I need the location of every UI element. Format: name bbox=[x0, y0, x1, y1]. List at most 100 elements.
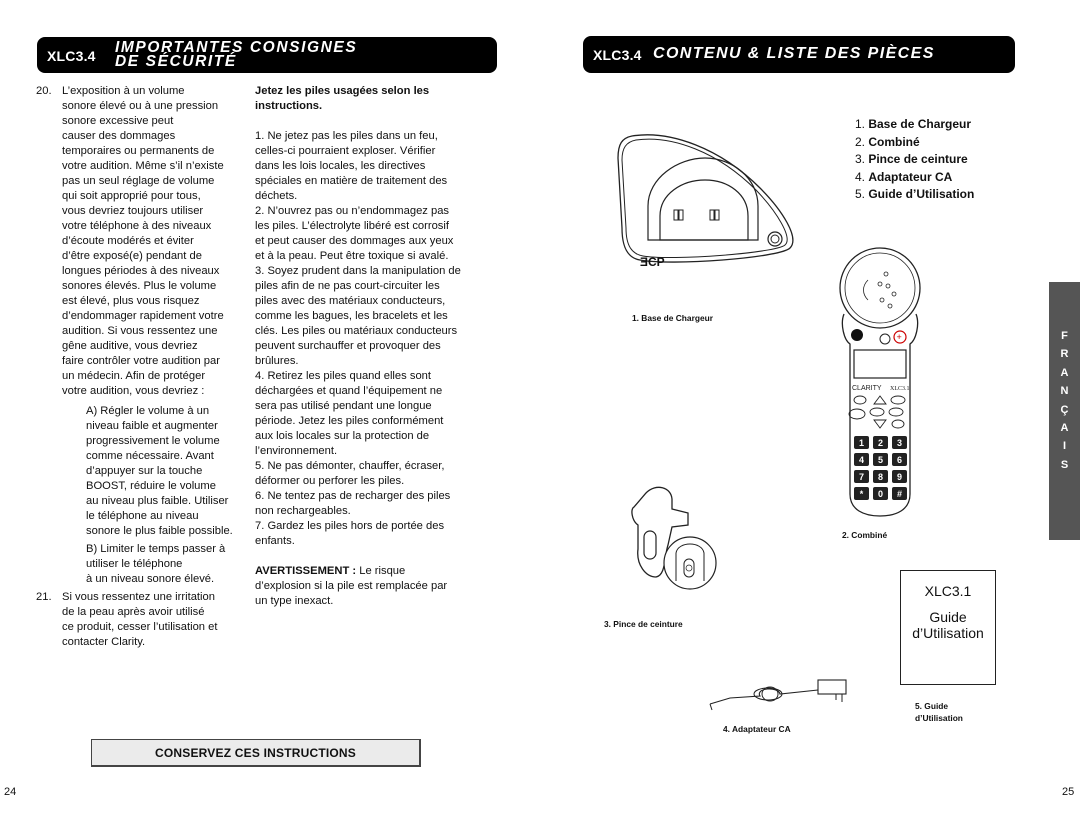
header-title: CONTENU & LISTE DES PIÈCES bbox=[653, 45, 935, 62]
text-line: d’être exposé(e) pendant de bbox=[62, 250, 202, 262]
header-model: XLC3.4 bbox=[593, 47, 642, 63]
item-20-sub-a: A) Régler le volume à un niveau faible et… bbox=[62, 404, 252, 539]
text-line: B) Limiter le temps passer à bbox=[86, 543, 226, 555]
item-number: 21. bbox=[36, 591, 52, 603]
language-tab-letter: I bbox=[1062, 440, 1067, 453]
text-line: et à la peau. Peut être toxique si avalé… bbox=[255, 250, 449, 262]
guide-title-line2: d’Utilisation bbox=[912, 625, 984, 641]
parts-list-item: 5. Guide d’Utilisation bbox=[855, 187, 975, 201]
text-line: d’appuyer sur la touche bbox=[86, 465, 203, 477]
text-line: sonore le plus faible possible. bbox=[86, 525, 233, 537]
text-line: contacter Clarity. bbox=[62, 636, 146, 648]
power-jack-icon bbox=[767, 231, 783, 247]
caption-clip: 3. Pince de ceinture bbox=[604, 619, 683, 629]
text-line: 6. Ne tentez pas de recharger des piles bbox=[255, 490, 451, 502]
safety-item-21: 21. Si vous ressentez une irritation de l… bbox=[36, 590, 252, 650]
battery-heading: Jetez les piles usagées selon les instruc… bbox=[255, 84, 495, 114]
text-line: 1. Ne jetez pas les piles dans un feu, bbox=[255, 130, 438, 142]
contents-header: XLC3.4 CONTENU & LISTE DES PIÈCES bbox=[583, 36, 1015, 73]
text-line: et peut causer des dommages aux yeux bbox=[255, 235, 454, 247]
text-line: sonore élevé ou à une pression bbox=[62, 100, 219, 112]
text-line: 4. Retirez les piles quand elles sont bbox=[255, 370, 431, 382]
language-tab-letter: Ç bbox=[1060, 403, 1069, 416]
keypad: 1 2 3 4 5 6 7 8 9 * 0 # bbox=[854, 436, 907, 500]
text-line: de la peau après avoir utilisé bbox=[62, 606, 205, 618]
logo-mark: ƎCP bbox=[640, 255, 665, 269]
guide-title-line1: Guide bbox=[929, 609, 967, 625]
keep-instructions-box: CONSERVEZ CES INSTRUCTIONS bbox=[91, 739, 421, 767]
text-line: niveau faible et augmenter bbox=[86, 420, 218, 432]
text-line: Si vous ressentez une irritation bbox=[62, 591, 215, 603]
handset-brand: CLARITY bbox=[852, 385, 882, 392]
heading-line: instructions. bbox=[255, 100, 323, 112]
caption-handset: 2. Combiné bbox=[842, 530, 888, 540]
language-tab-letter: A bbox=[1060, 366, 1069, 379]
language-tab-letter: N bbox=[1060, 385, 1069, 398]
text-line: déchargées et quand l’équipement ne bbox=[255, 385, 443, 397]
safety-header: XLC3.4 IMPORTANTES CONSIGNES DE SÉCURITÉ bbox=[37, 37, 497, 73]
text-line: à un niveau sonore élevé. bbox=[86, 573, 215, 585]
text-line: L’exposition à un volume bbox=[62, 85, 185, 97]
text-line: spéciales en matière de traitement des bbox=[255, 175, 448, 187]
keypad-key-label: 1 bbox=[859, 438, 864, 448]
text-line: sonore excessive peut bbox=[62, 115, 174, 127]
caption-base: 1. Base de Chargeur bbox=[632, 313, 713, 323]
text-line: vous devriez toujours utiliser bbox=[62, 205, 204, 217]
text-line: enfants. bbox=[255, 535, 295, 547]
text-line: faire contrôler votre audition par bbox=[62, 355, 220, 367]
text-line: est élevé, plus vous risquez bbox=[62, 295, 200, 307]
text-line: d’endommager rapidement votre bbox=[62, 310, 224, 322]
language-tab-francais: FRANÇAIS bbox=[1049, 282, 1080, 540]
text-line: votre audition, vous devriez : bbox=[62, 385, 205, 397]
text-line: d’écoute modérés et éviter bbox=[62, 235, 194, 247]
text-line: pas un seul réglage de volume bbox=[62, 175, 215, 187]
text-line: le téléphone au niveau bbox=[86, 510, 199, 522]
text-line: peuvent surchauffer et provoquer des bbox=[255, 340, 441, 352]
text-line: un médecin. Afin de protéger bbox=[62, 370, 206, 382]
text-line: sonores élevés. Plus le volume bbox=[62, 280, 217, 292]
text-line: A) Régler le volume à un bbox=[86, 405, 210, 417]
text-line: l’environnement. bbox=[255, 445, 338, 457]
language-tab-letter: F bbox=[1061, 330, 1068, 342]
parts-list: 1. Base de Chargeur 2. Combiné 3. Pince de… bbox=[855, 116, 974, 204]
text-line: les piles. L’électrolyte libéré est corr… bbox=[255, 220, 449, 232]
text-line: déformer ou perforer les piles. bbox=[255, 475, 405, 487]
text-line: causer des dommages bbox=[62, 130, 176, 142]
item-20-sub-b: B) Limiter le temps passer à utiliser le … bbox=[62, 542, 252, 587]
user-guide-illustration: XLC3.1 Guide d’Utilisation bbox=[900, 570, 996, 685]
battery-disposal-column: Jetez les piles usagées selon les instruc… bbox=[255, 84, 495, 609]
text-line: celles-ci pourraient exploser. Vérifier bbox=[255, 145, 436, 157]
svg-text:+: + bbox=[897, 332, 902, 342]
text-line: BOOST, réduire le volume bbox=[86, 480, 216, 492]
language-tab-letter: A bbox=[1060, 422, 1069, 435]
guide-model: XLC3.1 bbox=[924, 583, 972, 599]
wall-plug bbox=[817, 679, 847, 695]
text-line: dans les lois locales, les directives bbox=[255, 160, 426, 172]
handset-model: XLC3.1 bbox=[890, 386, 910, 392]
parts-list-item: 1. Base de Chargeur bbox=[855, 117, 972, 131]
caption-guide: 5. Guide d’Utilisation bbox=[915, 701, 963, 723]
keypad-key-label: 0 bbox=[878, 489, 883, 499]
warning-label: AVERTISSEMENT : bbox=[255, 565, 357, 577]
text-line: d’explosion si la pile est remplacée par bbox=[255, 580, 448, 592]
speaker-button-icon bbox=[879, 333, 891, 345]
page-number-left: 24 bbox=[4, 786, 17, 798]
heading-line: Jetez les piles usagées selon les bbox=[255, 85, 430, 97]
text-line: qui soit approprié pour tous, bbox=[62, 190, 201, 202]
text-line: période. Jetez les piles conformément bbox=[255, 415, 444, 427]
item-number: 20. bbox=[36, 85, 52, 97]
keypad-key-label: 9 bbox=[897, 472, 902, 482]
text-line: 5. Ne pas démonter, chauffer, écraser, bbox=[255, 460, 445, 472]
text-line: votre téléphone à des niveaux bbox=[62, 220, 212, 232]
keep-instructions-text: CONSERVEZ CES INSTRUCTIONS bbox=[154, 745, 356, 760]
text-line: 2. N’ouvrez pas ou n’endommagez pas bbox=[255, 205, 450, 217]
text-line: un type inexact. bbox=[255, 595, 334, 607]
text-line: sera pas utilisé pendant une longue bbox=[255, 400, 432, 412]
text-line: piles avec des matériaux conducteurs, bbox=[255, 295, 446, 307]
text-line: déchets. bbox=[255, 190, 298, 202]
text-line: comme nécessaire. Avant bbox=[86, 450, 214, 462]
ac-adapter-illustration bbox=[709, 679, 847, 711]
text-line: votre audition. Même s’il n’existe bbox=[62, 160, 224, 172]
boost-button-icon bbox=[851, 329, 863, 341]
battery-warning: AVERTISSEMENT : Le risque d’explosion si… bbox=[255, 564, 495, 609]
